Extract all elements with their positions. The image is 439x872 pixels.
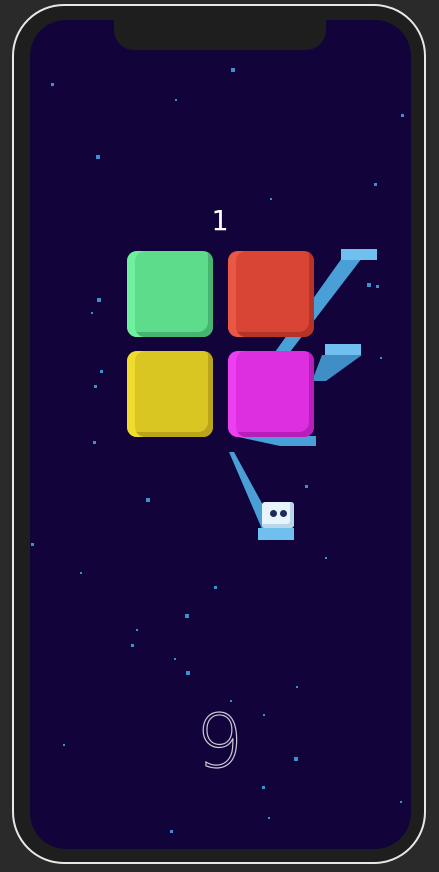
player-left-eye	[270, 510, 277, 517]
player-right-eye	[280, 510, 287, 517]
path-segment	[325, 344, 361, 355]
path-segment	[312, 355, 362, 381]
tile-red[interactable]	[228, 251, 314, 337]
tile-yellow[interactable]	[127, 351, 213, 437]
tile-green[interactable]	[127, 251, 213, 337]
tile-magenta[interactable]	[228, 351, 314, 437]
path-segment	[234, 436, 316, 446]
countdown-number: 9	[195, 699, 244, 785]
player-cube	[262, 502, 294, 528]
score-display: 1	[211, 204, 228, 237]
path-segment	[258, 528, 294, 540]
path-segment	[341, 249, 377, 260]
